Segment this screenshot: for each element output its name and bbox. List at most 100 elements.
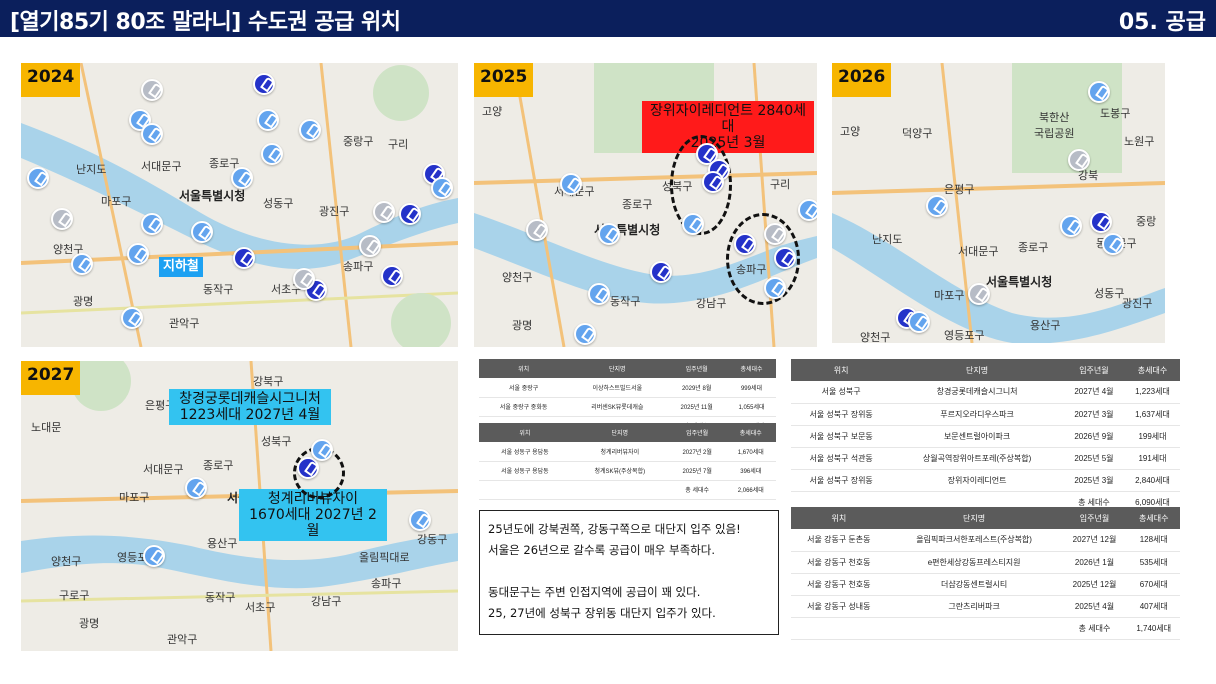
map-pin-icon[interactable] [373, 201, 395, 223]
map-pin-icon[interactable] [650, 261, 672, 283]
cell: 2026년 1월 [1061, 551, 1128, 574]
cell: 서울 성동구 용답동 [479, 442, 571, 462]
cell [570, 480, 669, 500]
map-pin-icon[interactable] [734, 233, 756, 255]
table-row: 서울 강동구 둔촌동 올림픽파크서한포레스트(주상복합) 2027년 12월 1… [791, 529, 1180, 552]
cell: 2025년 4월 [1061, 595, 1128, 618]
map-pin-icon[interactable] [682, 213, 704, 235]
map-pin-icon[interactable] [257, 109, 279, 131]
map-pin-icon[interactable] [233, 247, 255, 269]
place-label: 용산구 [1030, 319, 1061, 332]
note-line: 25, 27년에 성북구 장위동 대단지 입주가 있다. [488, 606, 716, 620]
map-pin-icon[interactable] [141, 79, 163, 101]
cell: 1,223세대 [1124, 381, 1180, 404]
map-pin-icon[interactable] [702, 171, 724, 193]
map-pin-icon[interactable] [774, 247, 796, 269]
col-header: 입주년월 [666, 359, 727, 378]
map-pin-icon[interactable] [253, 73, 275, 95]
place-label: 중랑구 [343, 135, 374, 148]
place-label: 동작구 [205, 591, 236, 604]
cell: 서울 강동구 천호동 [791, 573, 887, 596]
map-pin-icon[interactable] [908, 311, 930, 333]
map-pin-icon[interactable] [27, 167, 49, 189]
table-row: 서울 성북구 석관동 상월곡역장위아트포레(주상복합) 2025년 5월 191… [791, 447, 1180, 470]
map-pin-icon[interactable] [764, 277, 786, 299]
col-header: 단지명 [886, 507, 1062, 529]
map-pin-icon[interactable] [926, 195, 948, 217]
table-row: 서울 성북구 장위동 푸르지오라디우스파크 2027년 3월 1,637세대 [791, 403, 1180, 426]
place-label: 난지도 [76, 163, 107, 176]
map-pin-icon[interactable] [121, 307, 143, 329]
cell: 2,840세대 [1124, 469, 1180, 492]
place-label: 송파구 [343, 260, 374, 273]
cell: 128세대 [1127, 529, 1180, 552]
map-pin-icon[interactable] [185, 477, 207, 499]
map-pin-icon[interactable] [311, 439, 333, 461]
map-pin-icon[interactable] [191, 221, 213, 243]
table-row: 서울 성동구 용답동 청계SK뷰(주상복합) 2025년 7월 396세대 [479, 461, 776, 481]
map-pin-icon[interactable] [299, 119, 321, 141]
place-label: 구리 [388, 138, 409, 151]
map-pin-icon[interactable] [381, 265, 403, 287]
map-pin-icon[interactable] [1068, 149, 1090, 171]
map-pin-icon[interactable] [798, 199, 817, 221]
col-header: 총세대수 [727, 359, 776, 378]
map-pin-icon[interactable] [143, 545, 165, 567]
map-pin-icon[interactable] [141, 123, 163, 145]
map-pin-icon[interactable] [574, 323, 596, 345]
map-pin-icon[interactable] [560, 173, 582, 195]
col-header: 위치 [479, 359, 569, 378]
place-label: 서대문구 [958, 245, 999, 258]
map-pin-icon[interactable] [526, 219, 548, 241]
cell: 청계리버뷰자이 [570, 442, 669, 462]
col-header: 총세대수 [1124, 359, 1180, 381]
cell: 2025년 3월 [1062, 469, 1125, 492]
map-pin-icon[interactable] [1060, 215, 1082, 237]
cell: 서울 강동구 성내동 [791, 595, 887, 618]
place-label: 강남구 [311, 595, 342, 608]
place-label: 성동구 [1094, 287, 1125, 300]
place-label: 마포구 [101, 195, 132, 208]
map-pin-icon[interactable] [297, 457, 319, 479]
note-line: 동대문구는 주변 인접지역에 공급이 꽤 있다. [488, 585, 701, 599]
map-pin-icon[interactable] [51, 208, 73, 230]
place-label: 노대문 [31, 421, 62, 434]
cell [886, 617, 1062, 640]
map-pin-icon[interactable] [141, 213, 163, 235]
col-header: 단지명 [891, 359, 1063, 381]
map-pin-icon[interactable] [261, 143, 283, 165]
cell: 2,066세대 [725, 480, 776, 500]
place-label: 덕양구 [902, 127, 933, 140]
map-pin-icon[interactable] [764, 223, 786, 245]
map-pin-icon[interactable] [431, 177, 453, 199]
place-label: 종로구 [622, 198, 653, 211]
map-pin-icon[interactable] [1090, 211, 1112, 233]
subway-label: 지하철 [159, 257, 203, 277]
col-header: 입주년월 [668, 423, 726, 442]
map-pin-icon[interactable] [359, 235, 381, 257]
place-label: 은평구 [944, 183, 975, 196]
map-pin-icon[interactable] [968, 283, 990, 305]
cell: 2027년 4월 [1062, 381, 1125, 404]
map-pin-icon[interactable] [409, 509, 431, 531]
map-pin-icon[interactable] [127, 243, 149, 265]
map-pin-icon[interactable] [598, 223, 620, 245]
place-label: 광명 [512, 319, 533, 332]
cell: 2025년 12월 [1061, 573, 1128, 596]
place-label: 서대문구 [143, 463, 184, 476]
place-label: 양천구 [502, 271, 533, 284]
map-pin-icon[interactable] [399, 203, 421, 225]
map-pin-icon[interactable] [588, 283, 610, 305]
cell: 서울 성북구 석관동 [791, 447, 892, 470]
table-row: 서울 성동구 용답동 청계리버뷰자이 2027년 2월 1,670세대 [479, 442, 776, 462]
map-pin-icon[interactable] [1102, 233, 1124, 255]
page-header: [열기85기 80조 말라니] 수도권 공급 위치 05. 공급 [0, 0, 1216, 37]
place-label: 마포구 [119, 491, 150, 504]
table-row: 서울 중랑구 중화동 리버센SK뷰롯데캐슬 2025년 11월 1,055세대 [479, 397, 776, 417]
map-pin-icon[interactable] [71, 253, 93, 275]
map-pin-icon[interactable] [1088, 81, 1110, 103]
map-pin-icon[interactable] [293, 268, 315, 290]
cell: 서울 강동구 천호동 [791, 551, 887, 574]
place-label: 고양 [840, 125, 861, 138]
map-pin-icon[interactable] [231, 167, 253, 189]
